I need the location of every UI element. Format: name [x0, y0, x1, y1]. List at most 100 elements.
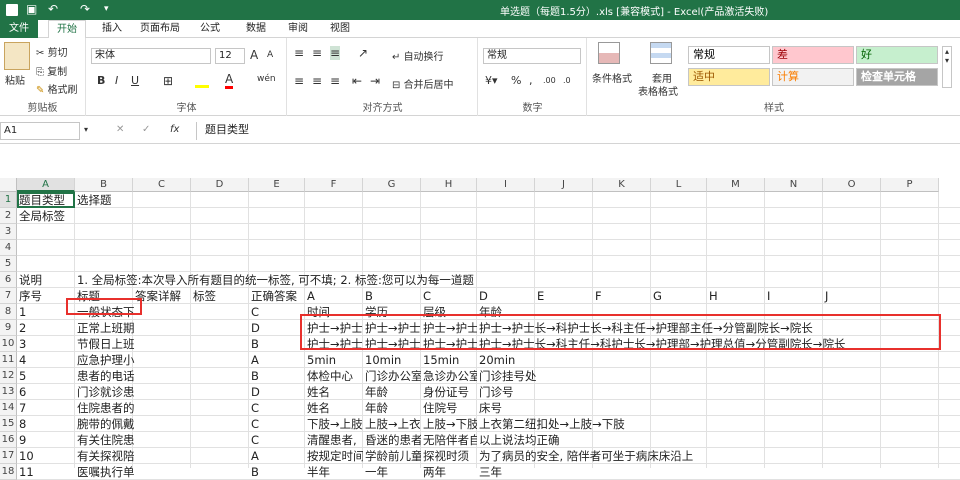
cell-h13[interactable]: 身份证号 [421, 384, 477, 400]
undo-icon[interactable]: ↶ [48, 2, 58, 16]
column-header-a[interactable]: A [17, 178, 75, 192]
formula-input[interactable]: 题目类型 [196, 122, 960, 140]
decrease-decimal-icon[interactable]: .0 [563, 76, 571, 85]
phonetic-button[interactable]: wén [257, 74, 276, 84]
font-color-button[interactable]: A [225, 72, 234, 89]
cell-i12[interactable]: 门诊挂号处 [477, 368, 960, 384]
cell-a12[interactable]: 5 [17, 368, 75, 384]
cell-g15[interactable]: 上肢→上衣 [363, 416, 421, 432]
cell-h17[interactable]: 探视时须 [421, 448, 477, 464]
column-header-f[interactable]: F [305, 178, 363, 192]
save-icon[interactable]: ▣ [26, 2, 37, 16]
style-neutral[interactable]: 适中 [688, 68, 770, 86]
cell-f11[interactable]: 5min [305, 352, 363, 368]
cell-e12[interactable]: B [249, 368, 305, 384]
row-header-1[interactable]: 1 [0, 192, 17, 208]
cell-f15[interactable]: 下肢→上肢 [305, 416, 363, 432]
column-header-h[interactable]: H [421, 178, 477, 192]
cell-h18[interactable]: 两年 [421, 464, 477, 480]
tab-formulas[interactable]: 公式 [192, 20, 228, 38]
underline-button[interactable]: U [131, 74, 139, 87]
cell-h14[interactable]: 住院号 [421, 400, 477, 416]
cell-b17[interactable]: 有关探视陪 [75, 448, 249, 464]
cell-f18[interactable]: 半年 [305, 464, 363, 480]
style-normal[interactable]: 常规 [688, 46, 770, 64]
cell-a6[interactable]: 说明 [17, 272, 75, 288]
column-header-n[interactable]: N [765, 178, 823, 192]
cell-l7[interactable]: G [651, 288, 707, 304]
font-size-select[interactable]: 12 [215, 48, 245, 64]
copy-button[interactable]: ⎘ 复制 [36, 63, 67, 78]
fill-color-icon[interactable] [195, 74, 209, 88]
cell-f14[interactable]: 姓名 [305, 400, 363, 416]
bold-button[interactable]: B [97, 74, 105, 87]
conditional-format-icon[interactable] [598, 42, 620, 64]
customize-qat-icon[interactable]: ▾ [104, 4, 109, 14]
tab-view[interactable]: 视图 [322, 20, 358, 38]
styles-scroll-icon[interactable]: ▴ ▾ [942, 46, 952, 88]
cell-a15[interactable]: 8 [17, 416, 75, 432]
column-header-l[interactable]: L [651, 178, 707, 192]
cell-e8[interactable]: C [249, 304, 305, 320]
cell-b18[interactable]: 医嘱执行单 [75, 464, 249, 480]
insert-function-button[interactable]: fx [170, 124, 179, 135]
cell-i11[interactable]: 20min [477, 352, 960, 368]
cell-j7[interactable]: E [535, 288, 593, 304]
cell-e18[interactable]: B [249, 464, 305, 480]
cell-g7[interactable]: B [363, 288, 421, 304]
merge-center-button[interactable]: ⊟ 合并后居中 [392, 76, 454, 91]
align-top-icon[interactable]: ≡ [294, 46, 304, 60]
cell-i17[interactable]: 为了病员的安全, 陪伴者可坐于病床床沿上 [477, 448, 960, 464]
cell-h12[interactable]: 急诊办公室 [421, 368, 477, 384]
cell-a2[interactable]: 全局标签 [17, 208, 960, 224]
column-header-j[interactable]: J [535, 178, 593, 192]
row-header-10[interactable]: 10 [0, 336, 17, 352]
row-header-18[interactable]: 18 [0, 464, 17, 480]
column-header-e[interactable]: E [249, 178, 305, 192]
row-header-4[interactable]: 4 [0, 240, 17, 256]
grow-font-button[interactable]: A [250, 48, 258, 62]
cell-h11[interactable]: 15min [421, 352, 477, 368]
cell-a16[interactable]: 9 [17, 432, 75, 448]
tab-page-layout[interactable]: 页面布局 [134, 20, 186, 38]
tab-home[interactable]: 开始 [48, 20, 86, 39]
increase-decimal-icon[interactable]: .00 [543, 76, 556, 85]
table-format-icon[interactable] [650, 42, 672, 64]
enter-icon[interactable]: ✓ [142, 124, 150, 135]
cut-button[interactable]: ✂ 剪切 [36, 44, 68, 59]
column-header-m[interactable]: M [707, 178, 765, 192]
tab-insert[interactable]: 插入 [92, 20, 132, 38]
increase-indent-icon[interactable]: ⇥ [370, 74, 380, 88]
shrink-font-button[interactable]: A [267, 50, 273, 60]
select-all-corner[interactable] [0, 178, 17, 192]
align-right-icon[interactable]: ≡ [330, 74, 340, 88]
cell-g11[interactable]: 10min [363, 352, 421, 368]
percent-button[interactable]: % [511, 74, 521, 87]
name-box-dropdown-icon[interactable]: ▾ [84, 125, 88, 134]
cell-h15[interactable]: 上肢→下肢 [421, 416, 477, 432]
number-format-select[interactable]: 常规 [483, 48, 581, 64]
column-header-g[interactable]: G [363, 178, 421, 192]
cell-m7[interactable]: H [707, 288, 765, 304]
cell-g12[interactable]: 门诊办公室 [363, 368, 421, 384]
cell-a14[interactable]: 7 [17, 400, 75, 416]
cell-e7[interactable]: 正确答案 [249, 288, 305, 304]
cell-i7[interactable]: D [477, 288, 535, 304]
cell-e10[interactable]: B [249, 336, 305, 352]
cell-b12[interactable]: 患者的电话 [75, 368, 249, 384]
cell-f12[interactable]: 体检中心 [305, 368, 363, 384]
cell-f7[interactable]: A [305, 288, 363, 304]
cell-b15[interactable]: 腕带的佩戴 [75, 416, 249, 432]
cell-a13[interactable]: 6 [17, 384, 75, 400]
align-bottom-icon[interactable]: ≡ [330, 46, 341, 60]
cell-k7[interactable]: F [593, 288, 651, 304]
cell-e15[interactable]: C [249, 416, 305, 432]
conditional-format-button[interactable]: 条件格式 [592, 70, 632, 85]
cell-g16[interactable]: 昏迷的患者 [363, 432, 421, 448]
row-header-8[interactable]: 8 [0, 304, 17, 320]
cell-f13[interactable]: 姓名 [305, 384, 363, 400]
row-header-11[interactable]: 11 [0, 352, 17, 368]
cell-a18[interactable]: 11 [17, 464, 75, 480]
redo-icon[interactable]: ↷ [80, 2, 90, 16]
cell-b1[interactable]: 选择题 [75, 192, 960, 208]
